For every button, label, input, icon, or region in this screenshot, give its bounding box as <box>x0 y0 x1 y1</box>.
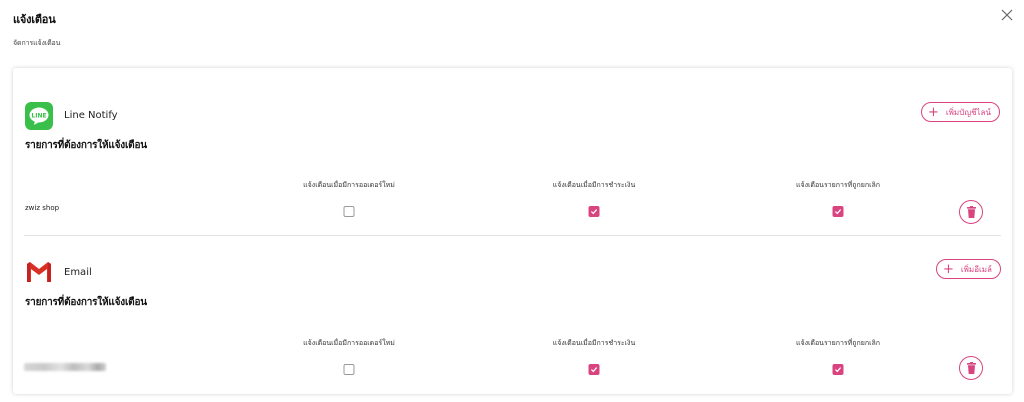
svg-text:LINE: LINE <box>31 113 46 120</box>
new-order-checkbox[interactable] <box>343 364 355 375</box>
line-logo-icon: LINE <box>25 102 53 130</box>
payment-checkbox[interactable] <box>588 364 600 375</box>
check-icon <box>834 209 842 215</box>
gmail-logo-icon <box>27 262 51 282</box>
email-title: Email <box>64 267 92 278</box>
trash-icon <box>967 206 976 218</box>
trash-icon <box>967 362 976 374</box>
line-section-title: รายการที่ต้องการให้แจ้งเตือน <box>25 140 147 151</box>
row-account-name: zwiz shop <box>25 204 60 212</box>
plus-icon: + <box>928 104 939 120</box>
column-header-cancelled: แจ้งเตือนรายการที่ถูกยกเลิก <box>795 339 881 347</box>
email-section-title: รายการที่ต้องการให้แจ้งเตือน <box>25 297 147 308</box>
check-icon <box>834 367 842 373</box>
new-order-checkbox[interactable] <box>343 206 355 217</box>
line-notify-title: Line Notify <box>64 110 118 121</box>
column-header-new-order: แจ้งเตือนเมื่อมีการออเดอร์ใหม่ <box>303 181 395 189</box>
close-button[interactable] <box>999 7 1015 23</box>
plus-icon: + <box>943 261 954 277</box>
check-icon <box>590 367 598 373</box>
column-header-cancelled: แจ้งเตือนรายการที่ถูกยกเลิก <box>795 181 881 189</box>
add-line-account-button[interactable]: + เพิ่มบัญชีไลน์ <box>921 102 1000 122</box>
column-header-payment: แจ้งเตือนเมื่อมีการชำระเงิน <box>552 181 636 189</box>
check-icon <box>590 209 598 215</box>
column-header-new-order: แจ้งเตือนเมื่อมีการออเดอร์ใหม่ <box>303 339 395 347</box>
cancelled-checkbox[interactable] <box>832 206 844 217</box>
column-header-payment: แจ้งเตือนเมื่อมีการชำระเงิน <box>552 339 636 347</box>
line-notify-section: LINE Line Notify + เพิ่มบัญชีไลน์ รายการ… <box>13 68 1012 236</box>
add-email-button[interactable]: + เพิ่มอีเมล์ <box>936 259 1001 279</box>
close-icon <box>1001 9 1013 21</box>
delete-line-account-button[interactable] <box>959 200 983 224</box>
notification-card: LINE Line Notify + เพิ่มบัญชีไลน์ รายการ… <box>13 68 1012 394</box>
cancelled-checkbox[interactable] <box>832 364 844 375</box>
payment-checkbox[interactable] <box>588 206 600 217</box>
dialog-title: แจ้งเตือน <box>13 13 56 26</box>
delete-email-button[interactable] <box>959 356 983 380</box>
dialog-subtitle: จัดการแจ้งเตือน <box>13 39 61 47</box>
add-email-label: เพิ่มอีเมล์ <box>960 264 992 274</box>
redacted-email-address <box>24 363 106 371</box>
dialog-header: แจ้งเตือน จัดการแจ้งเตือน <box>13 10 60 49</box>
email-section: Email + เพิ่มอีเมล์ รายการที่ต้องการให้แ… <box>13 236 1012 394</box>
add-line-account-label: เพิ่มบัญชีไลน์ <box>945 107 991 117</box>
